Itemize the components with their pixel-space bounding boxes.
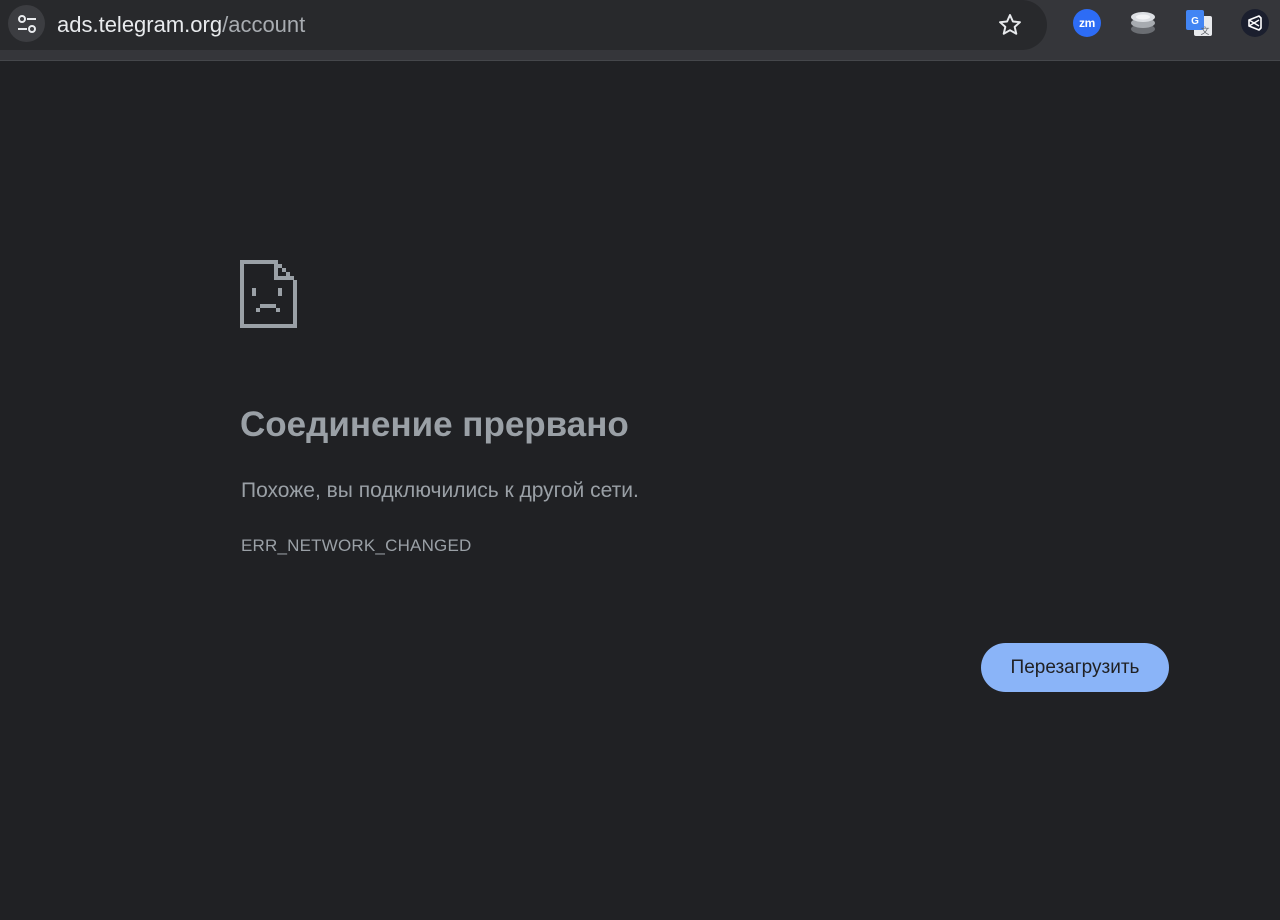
layers-extension-button[interactable]	[1128, 8, 1158, 38]
url-text[interactable]: ads.telegram.org/account	[57, 12, 305, 38]
reload-button[interactable]: Перезагрузить	[981, 643, 1169, 692]
svg-text:文: 文	[1200, 25, 1209, 36]
browser-toolbar: ads.telegram.org/account zm G 文	[0, 0, 1280, 61]
error-code: ERR_NETWORK_CHANGED	[241, 536, 472, 555]
error-title: Соединение прервано	[240, 405, 629, 444]
tune-icon	[17, 14, 36, 33]
translate-extension-button[interactable]: G 文	[1184, 8, 1214, 38]
error-description: Похоже, вы подключились к другой сети.	[241, 479, 639, 502]
svg-text:G: G	[1191, 16, 1199, 27]
google-translate-icon: G 文	[1186, 10, 1212, 36]
sad-page-icon	[240, 260, 297, 328]
site-info-button[interactable]	[8, 5, 45, 42]
layers-icon	[1131, 12, 1155, 34]
star-icon	[999, 14, 1021, 35]
visual-studio-icon	[1241, 9, 1269, 37]
address-bar[interactable]: ads.telegram.org/account	[0, 0, 1047, 50]
url-path: /account	[222, 12, 306, 37]
url-host: ads.telegram.org	[57, 12, 223, 37]
zoom-extension-button[interactable]: zm	[1072, 8, 1102, 38]
zoom-icon: zm	[1073, 9, 1101, 37]
vs-extension-button[interactable]	[1240, 8, 1270, 38]
bookmark-button[interactable]	[993, 8, 1027, 42]
